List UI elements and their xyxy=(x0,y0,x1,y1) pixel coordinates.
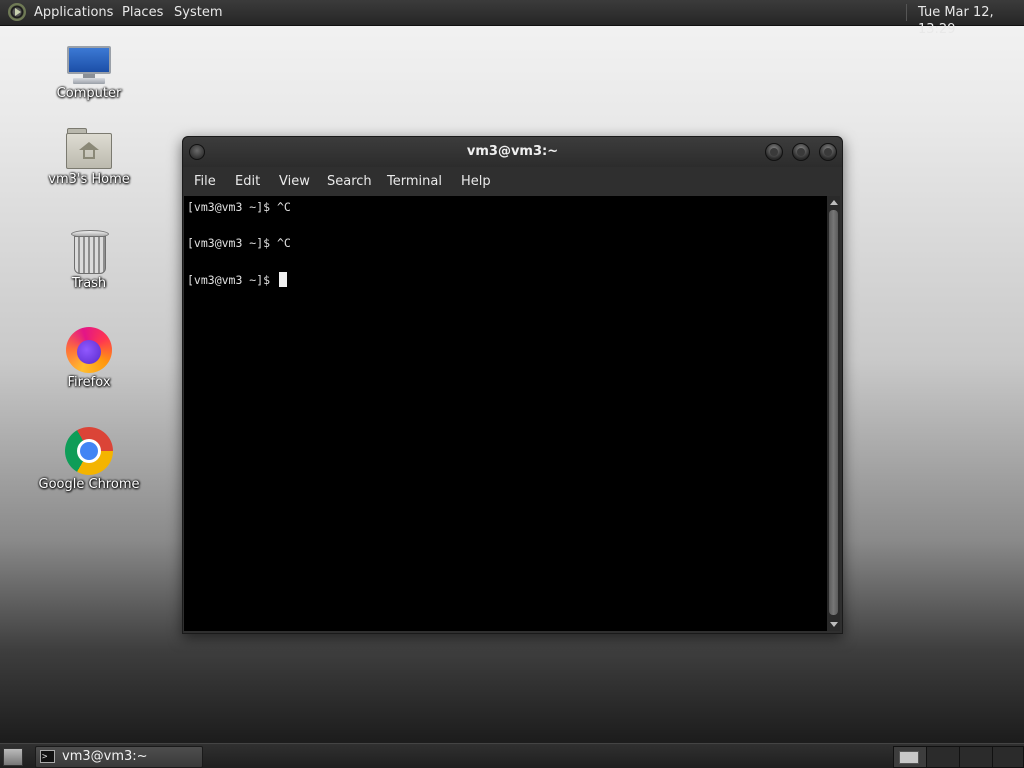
system-menu[interactable]: System xyxy=(174,4,222,21)
desktop-icon-home[interactable]: vm3's Home xyxy=(34,128,144,187)
workspace-2[interactable] xyxy=(926,746,960,768)
desktop-icon-label: Computer xyxy=(56,86,122,101)
chrome-icon xyxy=(56,418,122,484)
bottom-panel: vm3@vm3:~ xyxy=(0,743,1024,768)
desktop-icon-chrome[interactable]: Google Chrome xyxy=(34,418,144,492)
taskbar-item-terminal[interactable]: vm3@vm3:~ xyxy=(35,746,203,768)
desktop-icon-label: Google Chrome xyxy=(38,477,140,492)
computer-icon xyxy=(65,46,113,84)
clock[interactable]: Tue Mar 12, 13:29 xyxy=(918,4,1024,37)
desktop-icon-label: vm3's Home xyxy=(48,172,130,187)
terminal-output[interactable]: [vm3@vm3 ~]$ ^C [vm3@vm3 ~]$ ^C [vm3@vm3… xyxy=(184,196,827,631)
minimize-button[interactable] xyxy=(765,143,783,161)
menu-view[interactable]: View xyxy=(279,174,310,189)
workspace-1[interactable] xyxy=(893,746,927,768)
terminal-prompt-line: [vm3@vm3 ~]$ xyxy=(187,272,288,287)
close-button[interactable] xyxy=(819,143,837,161)
workspace-4[interactable] xyxy=(992,746,1024,768)
terminal-window[interactable]: vm3@vm3:~ File Edit View Search Terminal… xyxy=(182,136,843,634)
window-title: vm3@vm3:~ xyxy=(466,144,559,159)
text-cursor xyxy=(279,272,288,287)
distro-logo-icon[interactable] xyxy=(8,3,26,21)
menu-search[interactable]: Search xyxy=(327,174,372,189)
scroll-up-icon[interactable] xyxy=(830,200,838,205)
terminal-line: [vm3@vm3 ~]$ ^C xyxy=(187,200,291,214)
terminal-menubar: File Edit View Search Terminal Help xyxy=(183,167,842,196)
menu-file[interactable]: File xyxy=(194,174,216,189)
top-panel: Applications Places System Tue Mar 12, 1… xyxy=(0,0,1024,37)
terminal-scrollbar[interactable] xyxy=(827,196,840,631)
desktop-icon-trash[interactable]: Trash xyxy=(34,228,144,291)
workspace-3[interactable] xyxy=(959,746,993,768)
desktop-icon-computer[interactable]: Computer xyxy=(34,46,144,101)
scrollbar-thumb[interactable] xyxy=(829,210,838,615)
panel-separator xyxy=(906,4,907,21)
home-folder-icon xyxy=(66,128,112,169)
menu-terminal[interactable]: Terminal xyxy=(387,174,442,189)
places-menu[interactable]: Places xyxy=(122,4,163,21)
show-desktop-icon[interactable] xyxy=(3,748,23,766)
menu-help[interactable]: Help xyxy=(461,174,491,189)
scroll-down-icon[interactable] xyxy=(830,622,838,627)
desktop-icon-label: Trash xyxy=(71,276,107,291)
terminal-icon xyxy=(40,747,55,767)
firefox-icon xyxy=(66,327,112,373)
window-titlebar[interactable]: vm3@vm3:~ xyxy=(183,137,842,167)
window-menu-icon[interactable] xyxy=(189,144,205,160)
applications-menu[interactable]: Applications xyxy=(34,4,113,21)
trash-icon xyxy=(69,228,109,274)
taskbar-item-label: vm3@vm3:~ xyxy=(62,749,148,764)
menu-edit[interactable]: Edit xyxy=(235,174,260,189)
desktop-icon-label: Firefox xyxy=(67,375,111,390)
terminal-line: [vm3@vm3 ~]$ ^C xyxy=(187,236,291,250)
maximize-button[interactable] xyxy=(792,143,810,161)
desktop-icon-firefox[interactable]: Firefox xyxy=(34,327,144,390)
terminal-prompt: [vm3@vm3 ~]$ xyxy=(187,273,278,287)
